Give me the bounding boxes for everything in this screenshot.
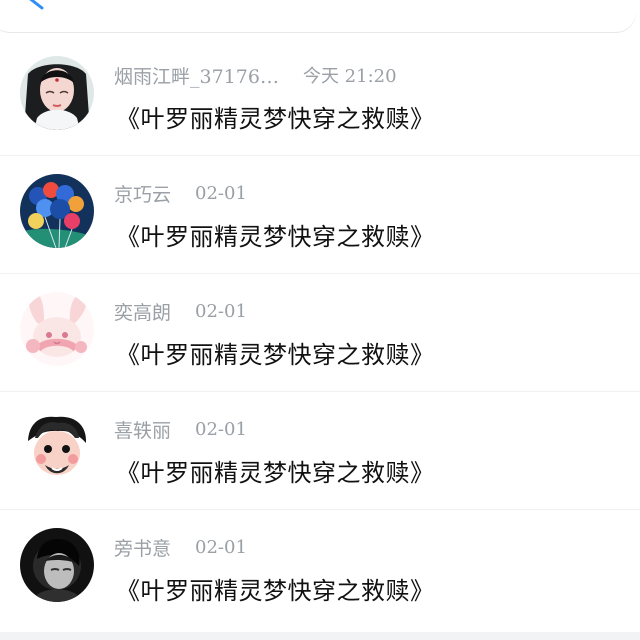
username[interactable]: 旁书意 [114,534,171,561]
comment-item[interactable]: 奕高朗 02-01 《叶罗丽精灵梦快穿之救赎》 [0,274,640,392]
dark-portrait-avatar-icon [20,528,94,602]
comment-meta: 奕高朗 02-01 [114,298,247,324]
comment-item[interactable]: 喜轶丽 02-01 《叶罗丽精灵梦快穿之救赎》 [0,392,640,510]
back-arrow-icon[interactable] [18,0,48,18]
comment-meta: 喜轶丽 02-01 [114,416,247,442]
username[interactable]: 京巧云 [114,180,171,207]
comment-text[interactable]: 《叶罗丽精灵梦快穿之救赎》 [116,217,435,252]
comment-meta: 旁书意 02-01 [114,534,247,560]
username[interactable]: 烟雨江畔_37176… [114,62,279,89]
comment-text[interactable]: 《叶罗丽精灵梦快穿之救赎》 [116,453,435,488]
avatar-pink-bunny[interactable] [20,292,94,366]
search-bar[interactable] [0,0,636,32]
comment-screen: 烟雨江畔_37176… 今天 21:20 《叶罗丽精灵梦快穿之救赎》 京巧云 0… [0,0,640,640]
bottom-edge [0,632,640,640]
timestamp: 02-01 [195,182,247,204]
avatar-cartoon-boy[interactable] [20,410,94,484]
cartoon-boy-avatar-icon [20,410,94,484]
timestamp: 02-01 [195,300,247,322]
comment-meta: 京巧云 02-01 [114,180,247,206]
comment-text[interactable]: 《叶罗丽精灵梦快穿之救赎》 [116,99,435,134]
avatar-dark-portrait[interactable] [20,528,94,602]
comment-list: 烟雨江畔_37176… 今天 21:20 《叶罗丽精灵梦快穿之救赎》 京巧云 0… [0,38,640,640]
comment-item[interactable]: 烟雨江畔_37176… 今天 21:20 《叶罗丽精灵梦快穿之救赎》 [0,38,640,156]
top-bar [0,0,640,39]
comment-item[interactable]: 旁书意 02-01 《叶罗丽精灵梦快穿之救赎》 [0,510,640,628]
pink-bunny-avatar-icon [20,292,94,366]
comment-meta: 烟雨江畔_37176… 今天 21:20 [114,62,397,88]
comment-item[interactable]: 京巧云 02-01 《叶罗丽精灵梦快穿之救赎》 [0,156,640,274]
ancient-girl-avatar-icon [20,56,94,130]
timestamp: 02-01 [195,536,247,558]
comment-text[interactable]: 《叶罗丽精灵梦快穿之救赎》 [116,335,435,370]
balloons-avatar-icon [20,174,94,248]
timestamp: 02-01 [195,418,247,440]
timestamp: 今天 21:20 [302,66,397,87]
username[interactable]: 喜轶丽 [114,416,171,443]
avatar-balloons[interactable] [20,174,94,248]
avatar-ancient-girl[interactable] [20,56,94,130]
comment-text[interactable]: 《叶罗丽精灵梦快穿之救赎》 [116,571,435,606]
username[interactable]: 奕高朗 [114,298,171,325]
